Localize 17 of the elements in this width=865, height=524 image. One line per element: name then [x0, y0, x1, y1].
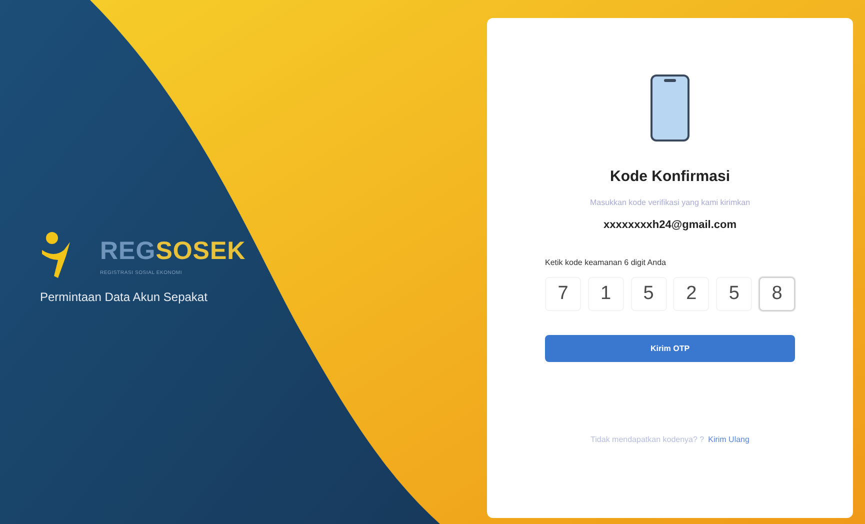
otp-digit-field[interactable]: 5 — [630, 277, 667, 311]
resend-link[interactable]: Kirim Ulang — [708, 434, 750, 446]
instruction-text: Masukkan kode verifikasi yang kami kirimkan — [590, 196, 750, 208]
otp-digit-field[interactable]: 8 — [758, 277, 795, 311]
logo-text: SOSEK — [156, 236, 246, 266]
card-title: Kode Konfirmasi — [610, 167, 730, 187]
logo-text: REG — [100, 236, 156, 266]
send-otp-button[interactable]: Kirim OTP — [545, 335, 795, 362]
otp-digit-field[interactable]: 5 — [716, 277, 752, 311]
otp-digit-field[interactable]: 2 — [673, 277, 710, 311]
phone-icon — [650, 74, 690, 142]
otp-digit-field[interactable]: 7 — [545, 277, 581, 311]
resend-prompt: Tidak mendapatkan kodenya? ? — [590, 434, 704, 446]
otp-label: Ketik kode keamanan 6 digit Anda — [545, 257, 666, 269]
otp-digit-field[interactable]: 1 — [588, 277, 624, 311]
page-subtitle: Permintaan Data Akun Sepakat — [40, 289, 208, 306]
email-text: xxxxxxxxh24@gmail.com — [603, 218, 737, 232]
